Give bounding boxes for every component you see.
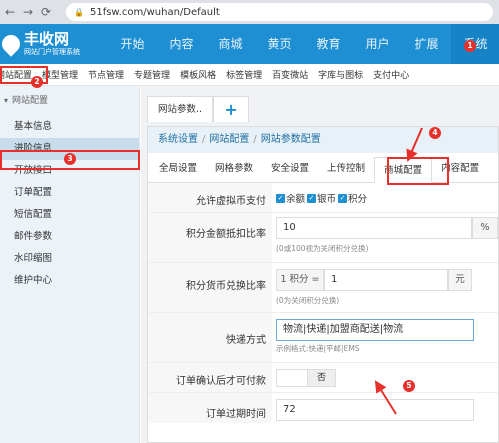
sidebar-item-order[interactable]: 订单配置 — [0, 182, 139, 204]
points-deduct-group: 10 % — [276, 217, 498, 239]
subnav-topic[interactable]: 专题管理 — [130, 68, 170, 81]
delivery-input[interactable]: 物流|快递|加盟商配送|物流 — [276, 319, 474, 341]
form-row-confirm-pay: 订单确认后才可付款 否 — [148, 363, 498, 393]
breadcrumb: 系统设置 / 网站配置 / 网站参数配置 — [148, 127, 498, 153]
sidebar-item-watermark[interactable]: 水印缩图 — [0, 248, 139, 270]
main-area: 网站参数.. + 系统设置 / 网站配置 / 网站参数配置 全局设置 网格参数 安全设置… — [141, 86, 499, 443]
form-row-order-expire: 订单过期时间 72 — [148, 393, 498, 423]
delivery-group: 物流|快递|加盟商配送|物流 — [276, 319, 474, 341]
sidebar-section-header[interactable]: ▾ 网站配置 — [0, 86, 139, 116]
percent-addon: % — [472, 217, 498, 239]
breadcrumb-separator: / — [253, 134, 257, 145]
toggle-knob — [277, 370, 307, 386]
points-exchange-prefix: 1 积分 = — [276, 269, 324, 291]
points-exchange-hint: (0为关闭积分兑换) — [276, 296, 340, 305]
sidebar: ▾ 网站配置 基本信息 进阶信息 开放接口 订单配置 短信配置 邮件参数 水印缩图… — [0, 86, 140, 443]
toggle-no-label: 否 — [307, 370, 335, 386]
brand-name: 丰收网 — [24, 30, 70, 48]
points-exchange-group: 1 积分 = 1 元 — [276, 269, 472, 291]
brand-subtitle: 网站门户管理系统 — [24, 48, 80, 56]
breadcrumb-system[interactable]: 系统设置 — [158, 134, 198, 145]
points-deduct-hint: (0或100视为关闭积分兑换) — [276, 244, 369, 253]
annotation-badge-1: 1 — [464, 40, 476, 52]
yuan-addon: 元 — [448, 269, 472, 291]
label-virtual-currency: 允许虚拟币支付 — [196, 196, 266, 207]
confirm-pay-toggle[interactable]: 否 — [276, 369, 336, 387]
logo-icon — [0, 31, 24, 57]
annotation-badge-2: 2 — [31, 76, 43, 88]
frame-tabs: 网站参数.. + — [141, 86, 499, 122]
subnav-tag[interactable]: 标签管理 — [222, 68, 262, 81]
label-order-expire: 订单过期时间 — [206, 409, 266, 420]
currency-checkboxes: ✓ 余额 ✓ 银币 ✓ 积分 — [276, 191, 369, 205]
reload-icon[interactable]: ⟳ — [38, 5, 54, 19]
subnav-node[interactable]: 节点管理 — [84, 68, 124, 81]
breadcrumb-site-params: 网站参数配置 — [260, 134, 321, 145]
brand[interactable]: 丰收网 网站门户管理系统 — [0, 26, 112, 62]
tab-global[interactable]: 全局设置 — [150, 156, 206, 182]
checkbox-balance-label: 余额 — [286, 194, 306, 205]
sidebar-item-basic[interactable]: 基本信息 — [0, 116, 139, 138]
label-points-deduct: 积分金额抵扣比率 — [186, 229, 266, 240]
subnav-template[interactable]: 模板风格 — [176, 68, 216, 81]
checkbox-points[interactable]: ✓ — [338, 193, 348, 203]
tab-security[interactable]: 安全设置 — [262, 156, 318, 182]
breadcrumb-site-config[interactable]: 网站配置 — [209, 134, 249, 145]
subnav-font-icon[interactable]: 字库与图标 — [314, 68, 363, 81]
sub-nav: 网站配置 模型管理 节点管理 专题管理 模板风格 标签管理 百变微站 字库与图标… — [0, 64, 499, 86]
topnav-mall[interactable]: 商城 — [206, 24, 255, 64]
annotation-badge-3: 3 — [64, 153, 76, 165]
label-delivery: 快递方式 — [226, 335, 266, 346]
topnav-start[interactable]: 开始 — [108, 24, 157, 64]
forward-icon[interactable]: → — [20, 5, 36, 19]
order-expire-group: 72 — [276, 399, 474, 421]
sidebar-item-email[interactable]: 邮件参数 — [0, 226, 139, 248]
frame-tab-site-params[interactable]: 网站参数.. — [147, 96, 214, 122]
topnav-education[interactable]: 教育 — [304, 24, 353, 64]
tab-grid[interactable]: 网格参数 — [206, 156, 262, 182]
tab-upload[interactable]: 上传控制 — [318, 156, 374, 182]
order-expire-input[interactable]: 72 — [276, 399, 474, 421]
annotation-badge-4: 4 — [429, 127, 441, 139]
sidebar-section-title: 网站配置 — [12, 96, 49, 106]
topnav-extend[interactable]: 扩展 — [402, 24, 451, 64]
breadcrumb-separator: / — [202, 134, 206, 145]
form-row-points-exchange: 积分货币兑换比率 1 积分 = 1 元 (0为关闭积分兑换) — [148, 263, 498, 313]
add-tab-button[interactable]: + — [213, 96, 250, 122]
lock-icon: 🔒 — [74, 7, 84, 17]
sidebar-item-sms[interactable]: 短信配置 — [0, 204, 139, 226]
label-points-exchange: 积分货币兑换比率 — [186, 281, 266, 292]
form-row-points-deduct: 积分金额抵扣比率 10 % (0或100视为关闭积分兑换) — [148, 213, 498, 263]
top-header: 丰收网 网站门户管理系统 开始 内容 商城 黄页 教育 用户 扩展 系统 — [0, 24, 499, 64]
checkbox-silver-label: 银币 — [317, 194, 337, 205]
annotation-badge-5: 5 — [403, 380, 415, 392]
topnav-yellowpages[interactable]: 黄页 — [255, 24, 304, 64]
checkbox-balance[interactable]: ✓ — [276, 193, 285, 203]
checkbox-points-label: 积分 — [348, 194, 368, 205]
chevron-down-icon: ▾ — [4, 96, 9, 105]
label-confirm-pay: 订单确认后才可付款 — [176, 376, 266, 387]
subnav-microsite[interactable]: 百变微站 — [268, 68, 308, 81]
url-text: 51fsw.com/wuhan/Default — [89, 6, 220, 18]
form-row-delivery: 快递方式 物流|快递|加盟商配送|物流 示例格式:快递|平邮|EMS — [148, 313, 498, 363]
back-icon[interactable]: ← — [2, 5, 18, 19]
form-row-virtual-currency: 允许虚拟币支付 ✓ 余额 ✓ 银币 ✓ 积分 — [148, 183, 498, 213]
annotation-box-mall-tab — [387, 157, 449, 185]
delivery-hint: 示例格式:快递|平邮|EMS — [276, 344, 360, 353]
checkbox-silver[interactable]: ✓ — [307, 193, 317, 203]
points-exchange-input[interactable]: 1 — [324, 269, 448, 291]
topnav-users[interactable]: 用户 — [353, 24, 402, 64]
topnav-content[interactable]: 内容 — [157, 24, 206, 64]
top-nav: 开始 内容 商城 黄页 教育 用户 扩展 系统 — [108, 24, 499, 64]
sidebar-item-maintenance[interactable]: 维护中心 — [0, 270, 139, 292]
browser-toolbar: ← → ⟳ 🔒 51fsw.com/wuhan/Default — [0, 0, 499, 24]
points-deduct-input[interactable]: 10 — [276, 217, 472, 239]
toggle-switch[interactable]: 否 — [276, 369, 336, 387]
subnav-payment[interactable]: 支付中心 — [369, 68, 409, 81]
address-bar[interactable]: 🔒 51fsw.com/wuhan/Default — [66, 3, 493, 21]
